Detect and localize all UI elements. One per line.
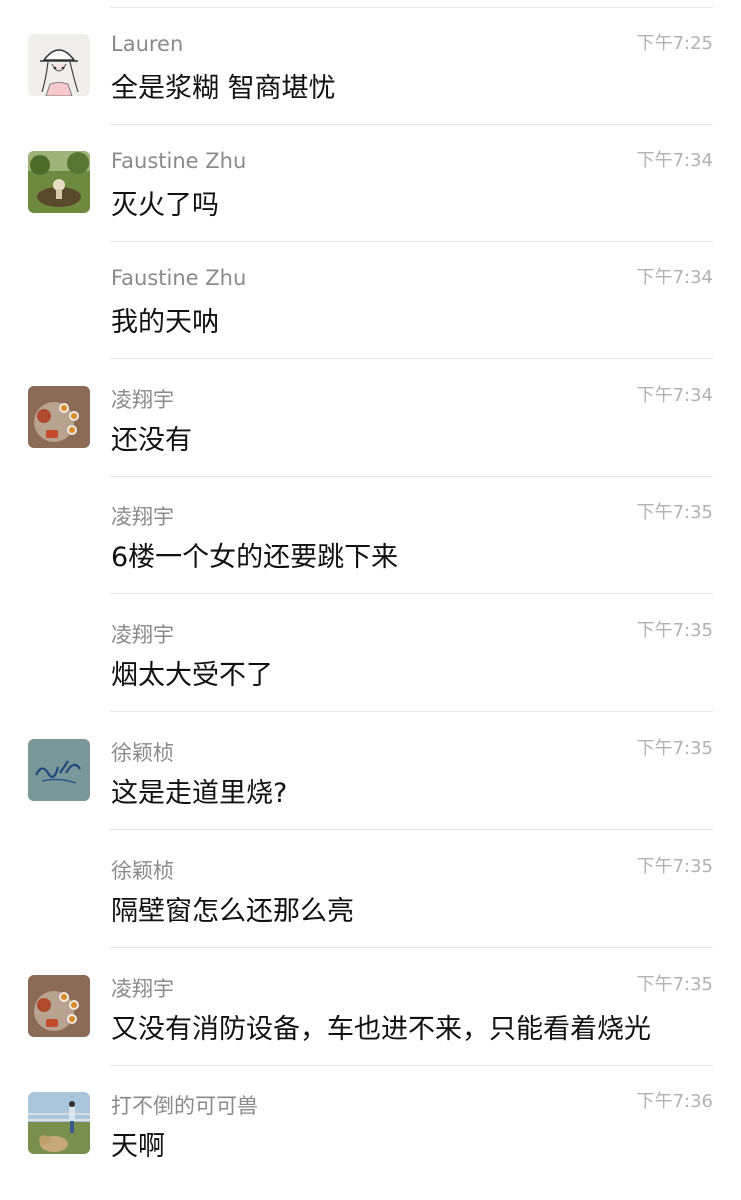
sender-name: Faustine Zhu bbox=[111, 266, 247, 290]
timestamp: 下午7:35 bbox=[636, 502, 713, 523]
sender-name: Faustine Zhu bbox=[111, 149, 247, 173]
timestamp: 下午7:35 bbox=[636, 738, 713, 759]
timestamp: 下午7:35 bbox=[636, 856, 713, 877]
divider bbox=[110, 829, 713, 830]
timestamp: 下午7:35 bbox=[636, 974, 713, 995]
divider bbox=[110, 947, 713, 948]
message-text: 全是浆糊 智商堪忧 bbox=[111, 73, 336, 104]
message-text: 又没有消防设备，车也进不来，只能看着烧光 bbox=[111, 1014, 651, 1045]
timestamp: 下午7:36 bbox=[636, 1091, 713, 1112]
message-item[interactable]: 凌翔宇 下午7:35 烟太大受不了 bbox=[0, 595, 741, 712]
sender-name: 凌翔宇 bbox=[111, 623, 174, 647]
message-text: 这是走道里烧? bbox=[111, 778, 288, 809]
message-text: 还没有 bbox=[111, 425, 192, 456]
message-text: 天啊 bbox=[111, 1131, 165, 1162]
sender-name: 凌翔宇 bbox=[111, 505, 174, 529]
message-item[interactable]: 徐颖桢 下午7:35 隔壁窗怎么还那么亮 bbox=[0, 831, 741, 948]
message-text: 我的天呐 bbox=[111, 307, 219, 338]
message-text: 烟太大受不了 bbox=[111, 660, 273, 691]
timestamp: 下午7:34 bbox=[636, 385, 713, 406]
divider bbox=[110, 358, 713, 359]
message-item[interactable]: Lauren 下午7:25 全是浆糊 智商堪忧 bbox=[0, 8, 741, 125]
timestamp: 下午7:25 bbox=[636, 33, 713, 54]
lauren-avatar[interactable] bbox=[28, 34, 90, 96]
message-item[interactable]: 打不倒的可可兽 下午7:36 天啊 bbox=[0, 1066, 741, 1183]
divider bbox=[110, 593, 713, 594]
teaset-avatar[interactable] bbox=[28, 386, 90, 448]
timestamp: 下午7:34 bbox=[636, 267, 713, 288]
sender-name: 凌翔宇 bbox=[111, 388, 174, 412]
sender-name: Lauren bbox=[111, 32, 184, 56]
timestamp: 下午7:34 bbox=[636, 150, 713, 171]
message-text: 6楼一个女的还要跳下来 bbox=[111, 542, 399, 573]
sender-name: 打不倒的可可兽 bbox=[111, 1094, 258, 1118]
sender-name: 徐颖桢 bbox=[111, 859, 174, 883]
message-item[interactable]: Faustine Zhu 下午7:34 灭火了吗 bbox=[0, 125, 741, 242]
message-item[interactable]: Faustine Zhu 下午7:34 我的天呐 bbox=[0, 242, 741, 359]
message-item[interactable]: 徐颖桢 下午7:35 这是走道里烧? bbox=[0, 713, 741, 830]
sketch-avatar[interactable] bbox=[28, 739, 90, 801]
timestamp: 下午7:35 bbox=[636, 620, 713, 641]
sender-name: 徐颖桢 bbox=[111, 741, 174, 765]
message-item[interactable]: 凌翔宇 下午7:35 又没有消防设备，车也进不来，只能看着烧光 bbox=[0, 949, 741, 1066]
message-item[interactable]: 凌翔宇 下午7:34 还没有 bbox=[0, 360, 741, 477]
message-text: 灭火了吗 bbox=[111, 190, 219, 221]
divider bbox=[110, 711, 713, 712]
message-item[interactable]: 凌翔宇 下午7:35 6楼一个女的还要跳下来 bbox=[0, 477, 741, 594]
message-text: 隔壁窗怎么还那么亮 bbox=[111, 896, 354, 927]
sender-name: 凌翔宇 bbox=[111, 977, 174, 1001]
outdoor-avatar[interactable] bbox=[28, 1092, 90, 1154]
teaset-avatar[interactable] bbox=[28, 975, 90, 1037]
faustine-avatar[interactable] bbox=[28, 151, 90, 213]
